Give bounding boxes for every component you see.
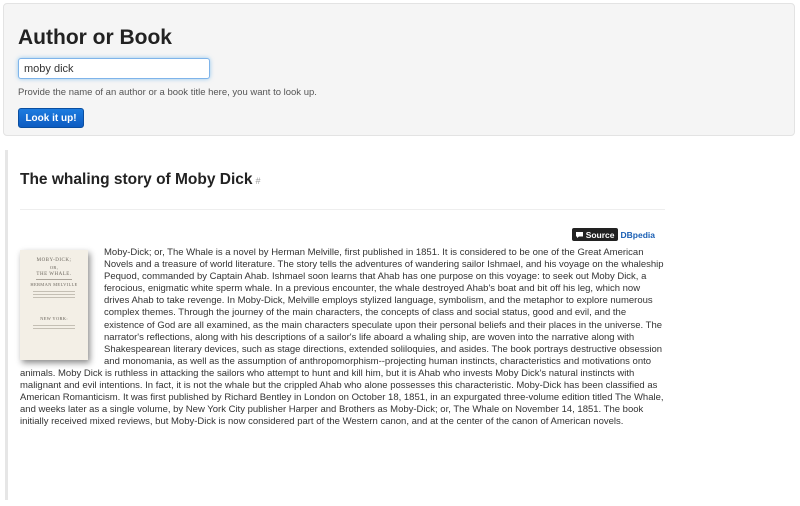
dbpedia-link[interactable]: DBpedia — [621, 230, 655, 240]
result-heading: The whaling story of Moby Dick # — [20, 170, 261, 191]
result-title: The whaling story of Moby Dick — [20, 171, 253, 188]
search-panel: Author or Book Provide the name of an au… — [3, 3, 795, 136]
cover-spacer — [20, 247, 104, 367]
look-it-up-button[interactable]: Look it up! — [18, 108, 84, 128]
source-badge: Source — [571, 228, 618, 241]
comment-icon — [575, 231, 584, 239]
description-text: Moby-Dick; or, The Whale is a novel by H… — [20, 247, 664, 428]
source-label: Source — [585, 229, 615, 240]
search-input[interactable] — [18, 58, 210, 79]
source-row: Source DBpedia — [571, 228, 655, 241]
divider — [20, 209, 665, 210]
help-text: Provide the name of an author or a book … — [18, 87, 317, 98]
permalink-link[interactable]: # — [256, 176, 261, 186]
result-section: The whaling story of Moby Dick # Source D… — [5, 150, 795, 500]
book-description: Moby-Dick; or, The Whale is a novel by H… — [20, 247, 665, 428]
search-heading: Author or Book — [18, 26, 172, 49]
